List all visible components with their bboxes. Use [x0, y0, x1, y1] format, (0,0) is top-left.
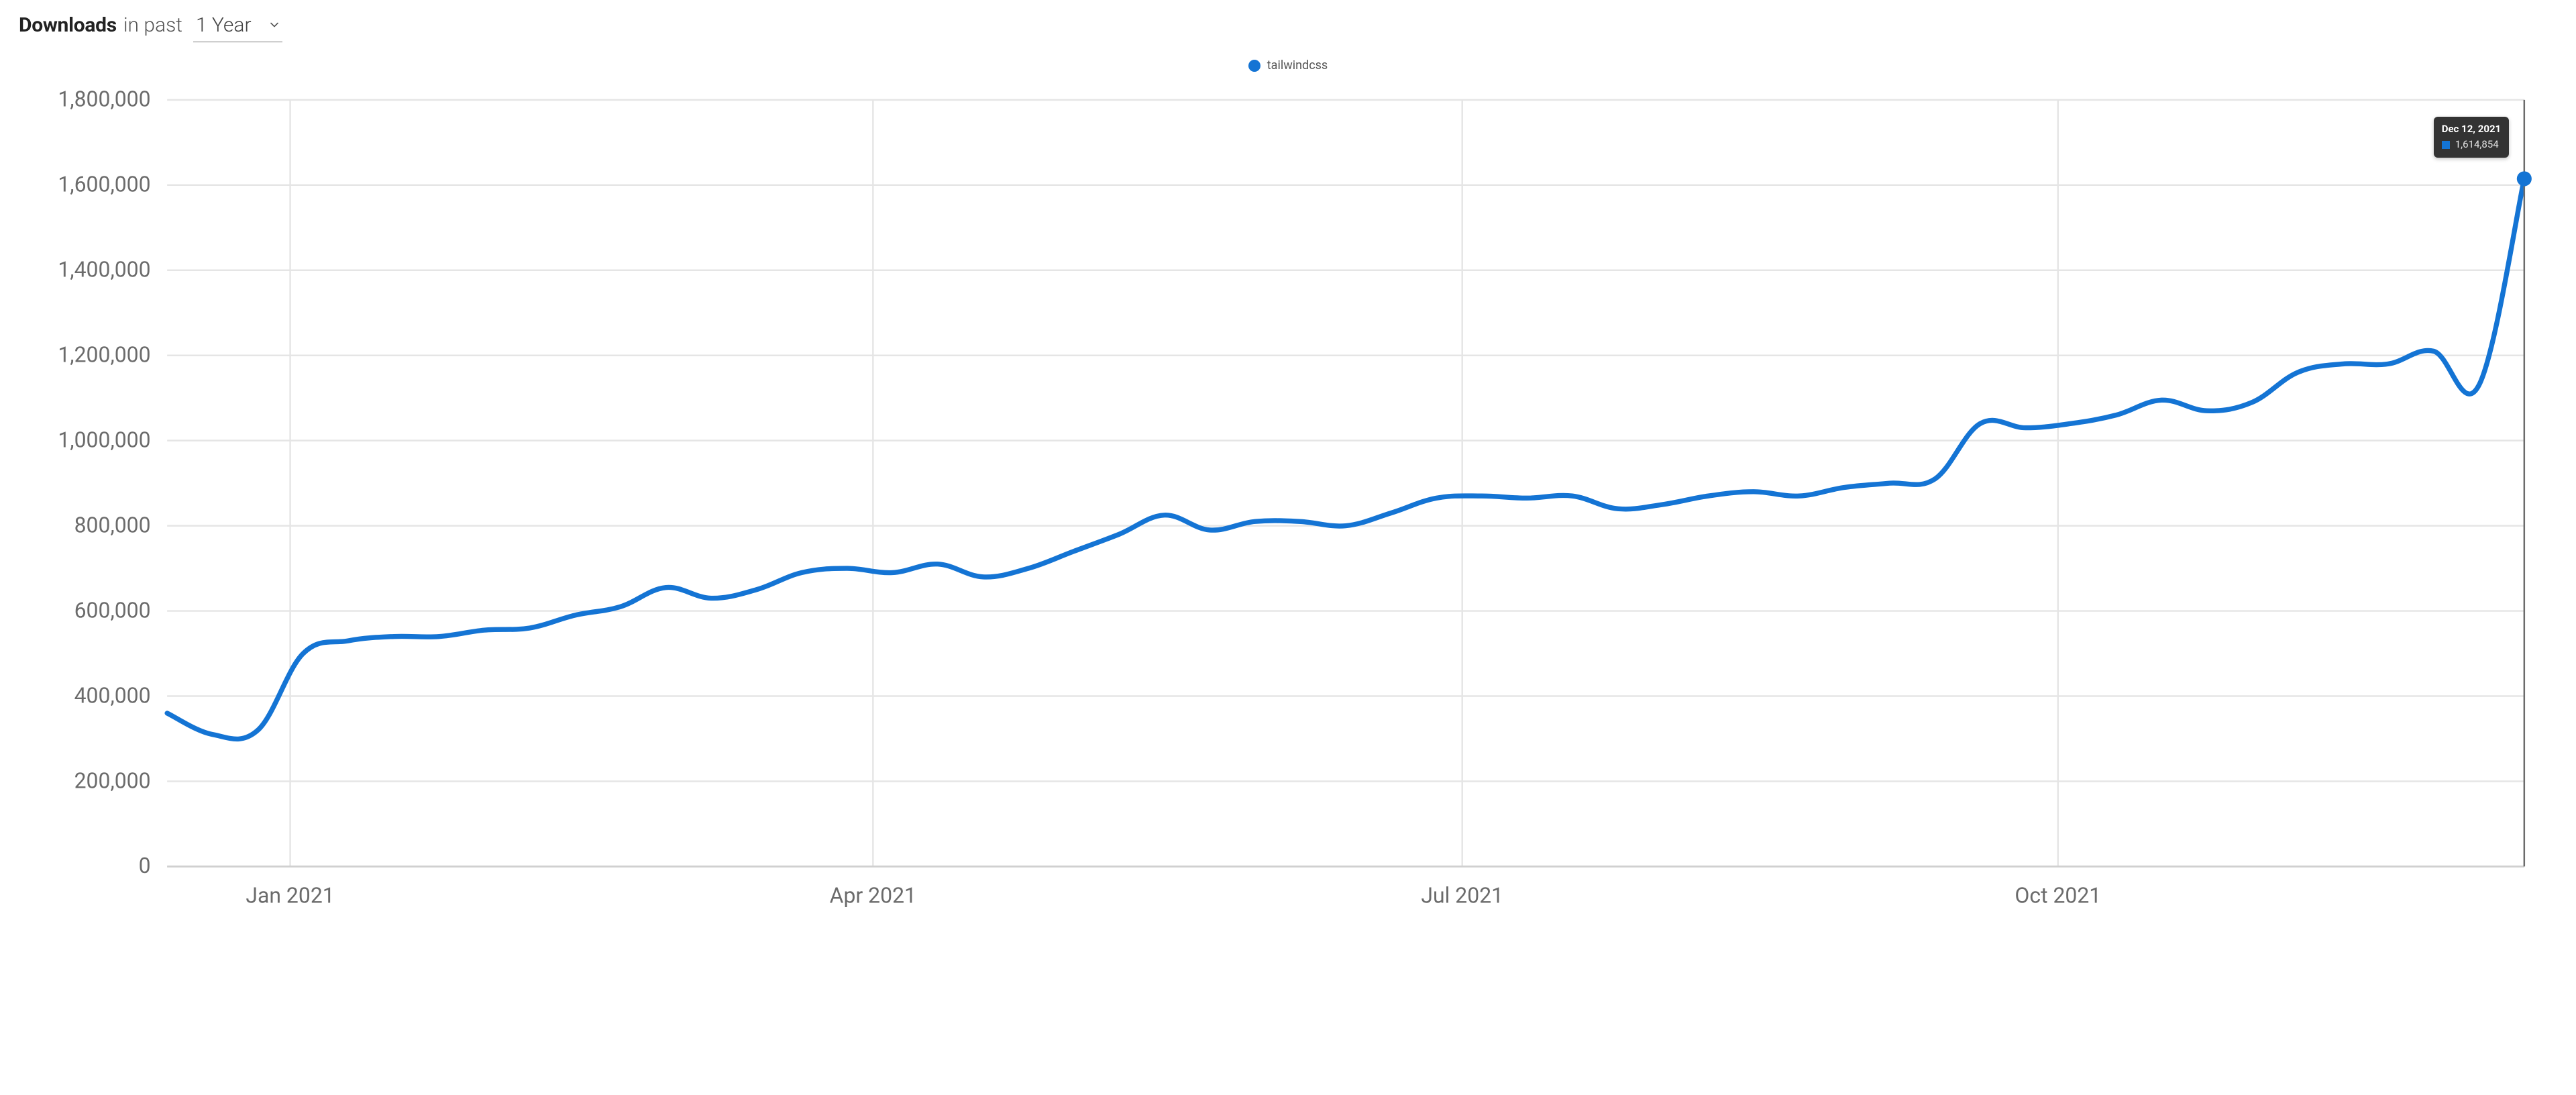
- svg-text:1,000,000: 1,000,000: [58, 427, 150, 452]
- chart-legend[interactable]: tailwindcss: [19, 58, 2557, 72]
- chevron-down-icon: [270, 19, 278, 31]
- svg-text:1,200,000: 1,200,000: [58, 342, 150, 368]
- time-range-select[interactable]: 1 Year: [193, 12, 282, 42]
- title-light: in past: [123, 13, 182, 38]
- legend-color-dot: [1248, 60, 1260, 72]
- chart-heading: Downloads in past 1 Year: [19, 12, 2557, 42]
- svg-text:800,000: 800,000: [74, 512, 151, 537]
- svg-text:1,800,000: 1,800,000: [58, 87, 150, 112]
- svg-text:0: 0: [139, 853, 151, 878]
- svg-text:Apr 2021: Apr 2021: [830, 882, 916, 908]
- svg-text:1,600,000: 1,600,000: [58, 172, 150, 197]
- legend-series-name: tailwindcss: [1267, 58, 1328, 72]
- title-strong: Downloads: [19, 13, 117, 38]
- line-chart[interactable]: 0 200,000 400,000 600,000 800,000 1,000,000 1,…: [19, 75, 2557, 933]
- svg-text:Jan 2021: Jan 2021: [246, 882, 334, 908]
- svg-text:Jul 2021: Jul 2021: [1421, 882, 1503, 908]
- svg-text:Oct 2021: Oct 2021: [2015, 882, 2101, 908]
- svg-text:600,000: 600,000: [74, 597, 151, 623]
- svg-text:200,000: 200,000: [74, 768, 151, 793]
- time-range-value: 1 Year: [196, 13, 252, 38]
- chart-container: 0 200,000 400,000 600,000 800,000 1,000,000 1,…: [19, 75, 2557, 933]
- svg-text:400,000: 400,000: [74, 682, 151, 708]
- svg-text:1,400,000: 1,400,000: [58, 257, 150, 282]
